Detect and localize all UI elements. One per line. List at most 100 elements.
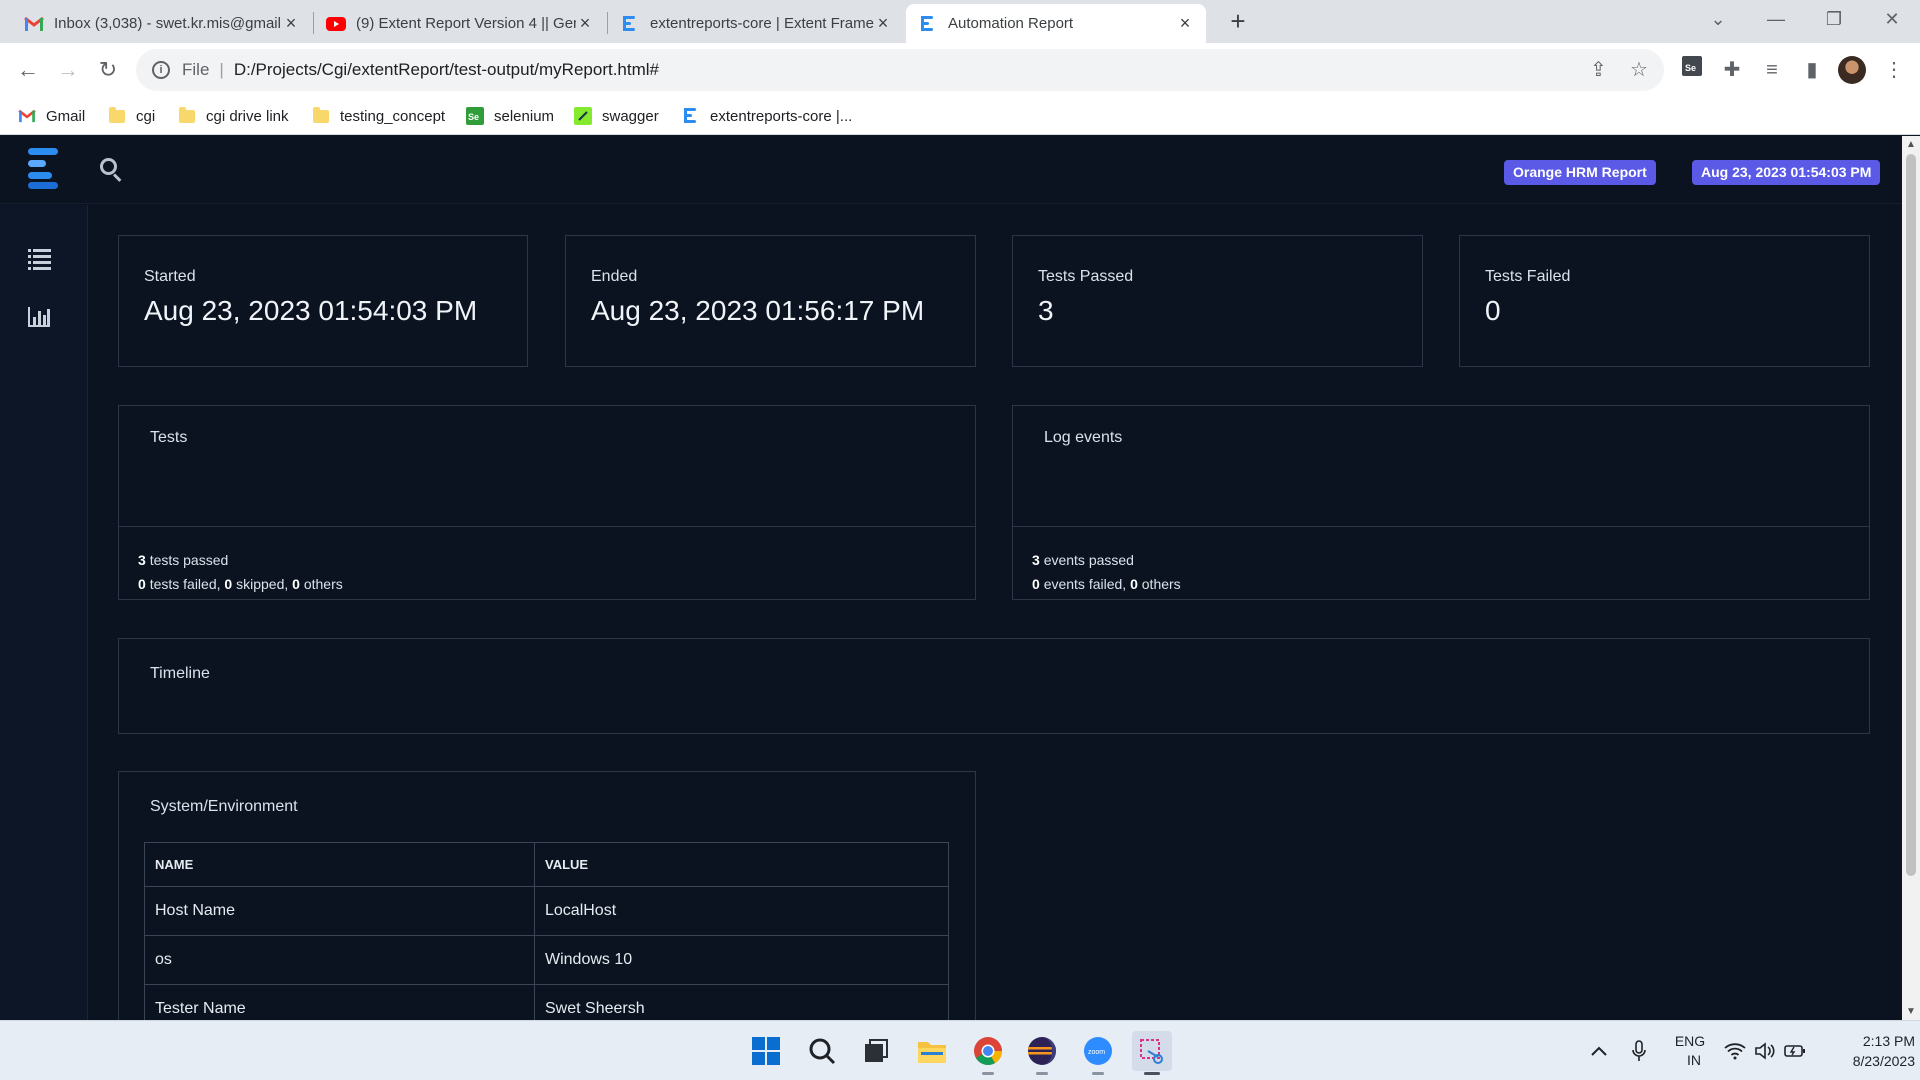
forward-arrow-icon[interactable]: → bbox=[52, 54, 84, 86]
report-start-time-badge: Aug 23, 2023 01:54:03 PM bbox=[1692, 160, 1881, 185]
running-indicator bbox=[1092, 1072, 1104, 1075]
column-header: VALUE bbox=[534, 842, 949, 887]
events-failed-summary: 0 events failed, 0 others bbox=[1032, 576, 1181, 592]
extent-icon bbox=[918, 14, 938, 34]
running-indicator bbox=[1144, 1072, 1160, 1075]
extent-logo-icon[interactable] bbox=[28, 146, 62, 190]
reload-icon[interactable]: ↻ bbox=[92, 54, 124, 86]
stat-value: 3 bbox=[1038, 295, 1054, 326]
stat-card-ended: Ended Aug 23, 2023 01:56:17 PM bbox=[565, 235, 976, 367]
scroll-up-arrow-icon[interactable]: ▲ bbox=[1902, 139, 1920, 150]
taskbar-search-icon[interactable] bbox=[802, 1031, 842, 1071]
swagger-icon bbox=[574, 107, 592, 125]
close-window-button[interactable]: ✕ bbox=[1864, 0, 1920, 40]
windows-start-icon[interactable] bbox=[746, 1031, 786, 1071]
svg-text:zoom: zoom bbox=[1088, 1049, 1105, 1056]
tray-overflow-chevron-icon[interactable] bbox=[1590, 1021, 1608, 1080]
bookmarks-bar: Gmail cgi cgi drive link testing_concept… bbox=[0, 97, 1920, 135]
zoom-icon[interactable]: zoom bbox=[1078, 1031, 1118, 1075]
stat-value: Aug 23, 2023 01:56:17 PM bbox=[591, 295, 925, 326]
card-title: Timeline bbox=[150, 665, 210, 682]
tab-close-icon[interactable]: × bbox=[1176, 13, 1194, 34]
card-title: Log events bbox=[1044, 429, 1123, 446]
tab-close-icon[interactable]: × bbox=[874, 13, 892, 34]
gmail-icon bbox=[24, 14, 44, 34]
tab-close-icon[interactable]: × bbox=[282, 13, 300, 34]
env-name-cell: os bbox=[144, 935, 535, 985]
bookmark-cgi[interactable]: cgi bbox=[108, 97, 155, 135]
back-arrow-icon[interactable]: ← bbox=[12, 54, 44, 86]
running-indicator bbox=[982, 1072, 994, 1075]
browser-toolbar: ← → ↻ i File | D:/Projects/Cgi/extentRep… bbox=[0, 43, 1920, 97]
tab-title: (9) Extent Report Version 4 || Gen bbox=[356, 15, 576, 32]
scroll-down-arrow-icon[interactable]: ▼ bbox=[1902, 1006, 1920, 1017]
env-value-cell: Swet Sheersh bbox=[534, 984, 949, 1020]
tab-extentreports-core[interactable]: extentreports-core | Extent Frame × bbox=[608, 4, 904, 43]
info-icon[interactable]: i bbox=[152, 61, 170, 79]
stat-label: Ended bbox=[591, 268, 638, 285]
bookmark-label: extentreports-core |... bbox=[710, 107, 853, 125]
bookmark-label: selenium bbox=[494, 107, 555, 125]
menu-kebab-icon[interactable]: ⋮ bbox=[1878, 54, 1910, 86]
address-scheme: File bbox=[182, 60, 210, 79]
input-language-indicator[interactable]: ENG IN bbox=[1672, 1021, 1708, 1080]
bookmark-cgi-drive-link[interactable]: cgi drive link bbox=[178, 97, 289, 135]
search-icon[interactable] bbox=[100, 158, 122, 182]
bookmark-gmail[interactable]: Gmail bbox=[18, 97, 85, 135]
bookmark-testing-concept[interactable]: testing_concept bbox=[312, 97, 445, 135]
system-environment-card: System/Environment NAME VALUE Host Name … bbox=[118, 771, 976, 1020]
reading-list-icon[interactable]: ≡ bbox=[1756, 54, 1788, 86]
minimize-button[interactable]: — bbox=[1748, 0, 1804, 40]
task-view-icon[interactable] bbox=[856, 1031, 896, 1071]
extent-icon bbox=[620, 14, 640, 34]
side-panel-icon[interactable]: ▮ bbox=[1796, 54, 1828, 86]
events-passed-summary: 3 events passed bbox=[1032, 552, 1134, 568]
profile-avatar[interactable] bbox=[1838, 56, 1866, 84]
bookmark-label: cgi bbox=[136, 107, 156, 125]
bookmark-label: Gmail bbox=[46, 107, 86, 125]
test-list-icon[interactable] bbox=[28, 248, 52, 270]
tab-automation-report[interactable]: Automation Report × bbox=[906, 4, 1206, 43]
microphone-icon[interactable] bbox=[1632, 1021, 1646, 1080]
tab-search-chevron-icon[interactable]: ⌄ bbox=[1690, 0, 1746, 40]
tab-youtube[interactable]: (9) Extent Report Version 4 || Gen × bbox=[314, 4, 606, 43]
scrollbar-thumb[interactable] bbox=[1906, 154, 1916, 876]
env-value-cell: Windows 10 bbox=[534, 935, 949, 985]
table-row: Host Name LocalHost bbox=[144, 886, 949, 936]
dashboard-content: Started Aug 23, 2023 01:54:03 PM Ended A… bbox=[88, 205, 1902, 1020]
address-bar[interactable]: i File | D:/Projects/Cgi/extentReport/te… bbox=[136, 49, 1664, 91]
card-divider bbox=[1013, 526, 1869, 527]
table-row: os Windows 10 bbox=[144, 935, 949, 985]
new-tab-button[interactable]: + bbox=[1222, 6, 1254, 38]
dashboard-chart-icon[interactable] bbox=[28, 305, 52, 327]
snipping-tool-icon[interactable] bbox=[1132, 1031, 1172, 1075]
env-name-cell: Host Name bbox=[144, 886, 535, 936]
report-header: Orange HRM Report Aug 23, 2023 01:54:03 … bbox=[0, 136, 1902, 204]
bookmark-star-icon[interactable]: ☆ bbox=[1630, 49, 1648, 91]
volume-icon[interactable] bbox=[1754, 1021, 1776, 1080]
page-scrollbar[interactable]: ▲ ▼ bbox=[1902, 136, 1920, 1020]
bookmark-swagger[interactable]: swagger bbox=[574, 97, 659, 135]
chrome-icon[interactable] bbox=[968, 1031, 1008, 1075]
selenium-ide-extension-icon[interactable]: Se bbox=[1676, 54, 1708, 86]
tab-gmail-inbox[interactable]: Inbox (3,038) - swet.kr.mis@gmail.com × bbox=[12, 4, 312, 43]
stat-card-tests-failed: Tests Failed 0 bbox=[1459, 235, 1870, 367]
card-title: System/Environment bbox=[150, 798, 298, 815]
clock-date: 8/23/2023 bbox=[1852, 1053, 1915, 1069]
bookmark-extentreports-core[interactable]: extentreports-core |... bbox=[682, 97, 852, 135]
extensions-puzzle-icon[interactable]: ✚ bbox=[1716, 54, 1748, 86]
tab-close-icon[interactable]: × bbox=[576, 13, 594, 34]
share-icon[interactable]: ⇪ bbox=[1590, 49, 1607, 91]
language-code: ENG bbox=[1674, 1033, 1706, 1049]
bookmark-selenium[interactable]: Se selenium bbox=[466, 97, 554, 135]
extent-icon bbox=[682, 107, 700, 125]
wifi-icon[interactable] bbox=[1724, 1021, 1746, 1080]
battery-icon[interactable] bbox=[1784, 1021, 1806, 1080]
eclipse-icon[interactable] bbox=[1022, 1031, 1062, 1075]
stat-value: Aug 23, 2023 01:54:03 PM bbox=[144, 295, 478, 326]
file-explorer-icon[interactable] bbox=[912, 1031, 952, 1071]
system-clock[interactable]: 2:13 PM 8/23/2023 bbox=[1815, 1031, 1915, 1071]
report-side-nav bbox=[0, 205, 88, 1020]
table-header-row: NAME VALUE bbox=[144, 842, 949, 887]
restore-button[interactable]: ❐ bbox=[1806, 0, 1862, 40]
